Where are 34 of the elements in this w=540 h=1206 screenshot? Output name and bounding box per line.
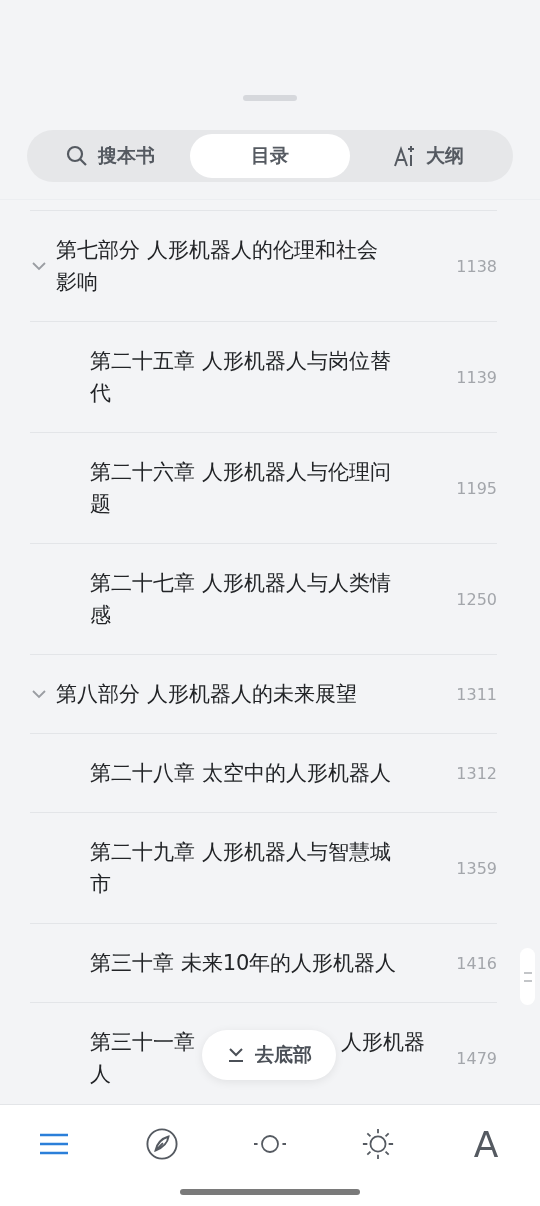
search-icon: [66, 145, 89, 167]
menu-icon: [39, 1132, 69, 1156]
page-number: 1195: [456, 478, 497, 498]
chapter-title[interactable]: 第二十八章 太空中的人形机器人: [90, 757, 405, 789]
sun-icon: [362, 1126, 394, 1162]
page-number: 1312: [456, 763, 497, 783]
progress-icon: [254, 1132, 286, 1156]
chapter-title[interactable]: 第三十章 未来10年的人形机器人: [90, 947, 405, 979]
page-number: 1416: [456, 953, 497, 973]
drag-handle[interactable]: [243, 95, 297, 101]
chapter-title[interactable]: 第二十六章 人形机器人与伦理问题: [90, 456, 405, 520]
page-number: 1311: [456, 684, 497, 704]
ai-sparkle-icon: [394, 145, 417, 167]
page-number: 1359: [456, 858, 497, 878]
part-title[interactable]: 第八部分 人形机器人的未来展望: [56, 678, 395, 710]
page-number: 1138: [456, 256, 497, 276]
chapter-title-fragment[interactable]: 人: [90, 1062, 111, 1086]
chapter-title[interactable]: 第二十七章 人形机器人与人类情感: [90, 567, 405, 631]
chapter-title-fragment[interactable]: 人形机器: [341, 1026, 425, 1058]
part-title[interactable]: 第七部分 人形机器人的伦理和社会影响: [56, 234, 395, 298]
tab[interactable]: 搜本书: [31, 134, 191, 178]
download-arrow-icon: [226, 1047, 245, 1063]
page-number: 1250: [456, 589, 497, 609]
tab[interactable]: 大纲: [349, 134, 509, 178]
chapter-title[interactable]: 第二十九章 人形机器人与智慧城市: [90, 836, 405, 900]
page-number: 1479: [456, 1048, 497, 1068]
chapter-title[interactable]: 第三十一章: [90, 1026, 195, 1058]
page-number: 1139: [456, 367, 497, 387]
chapter-title[interactable]: 第二十五章 人形机器人与岗位替代: [90, 345, 405, 409]
go-to-bottom-button[interactable]: 去底部: [202, 1030, 336, 1080]
font-button[interactable]: A: [470, 1125, 502, 1163]
tab[interactable]: 目录: [190, 134, 350, 178]
compass-icon: [146, 1127, 178, 1161]
scroll-handle[interactable]: [520, 948, 535, 1005]
